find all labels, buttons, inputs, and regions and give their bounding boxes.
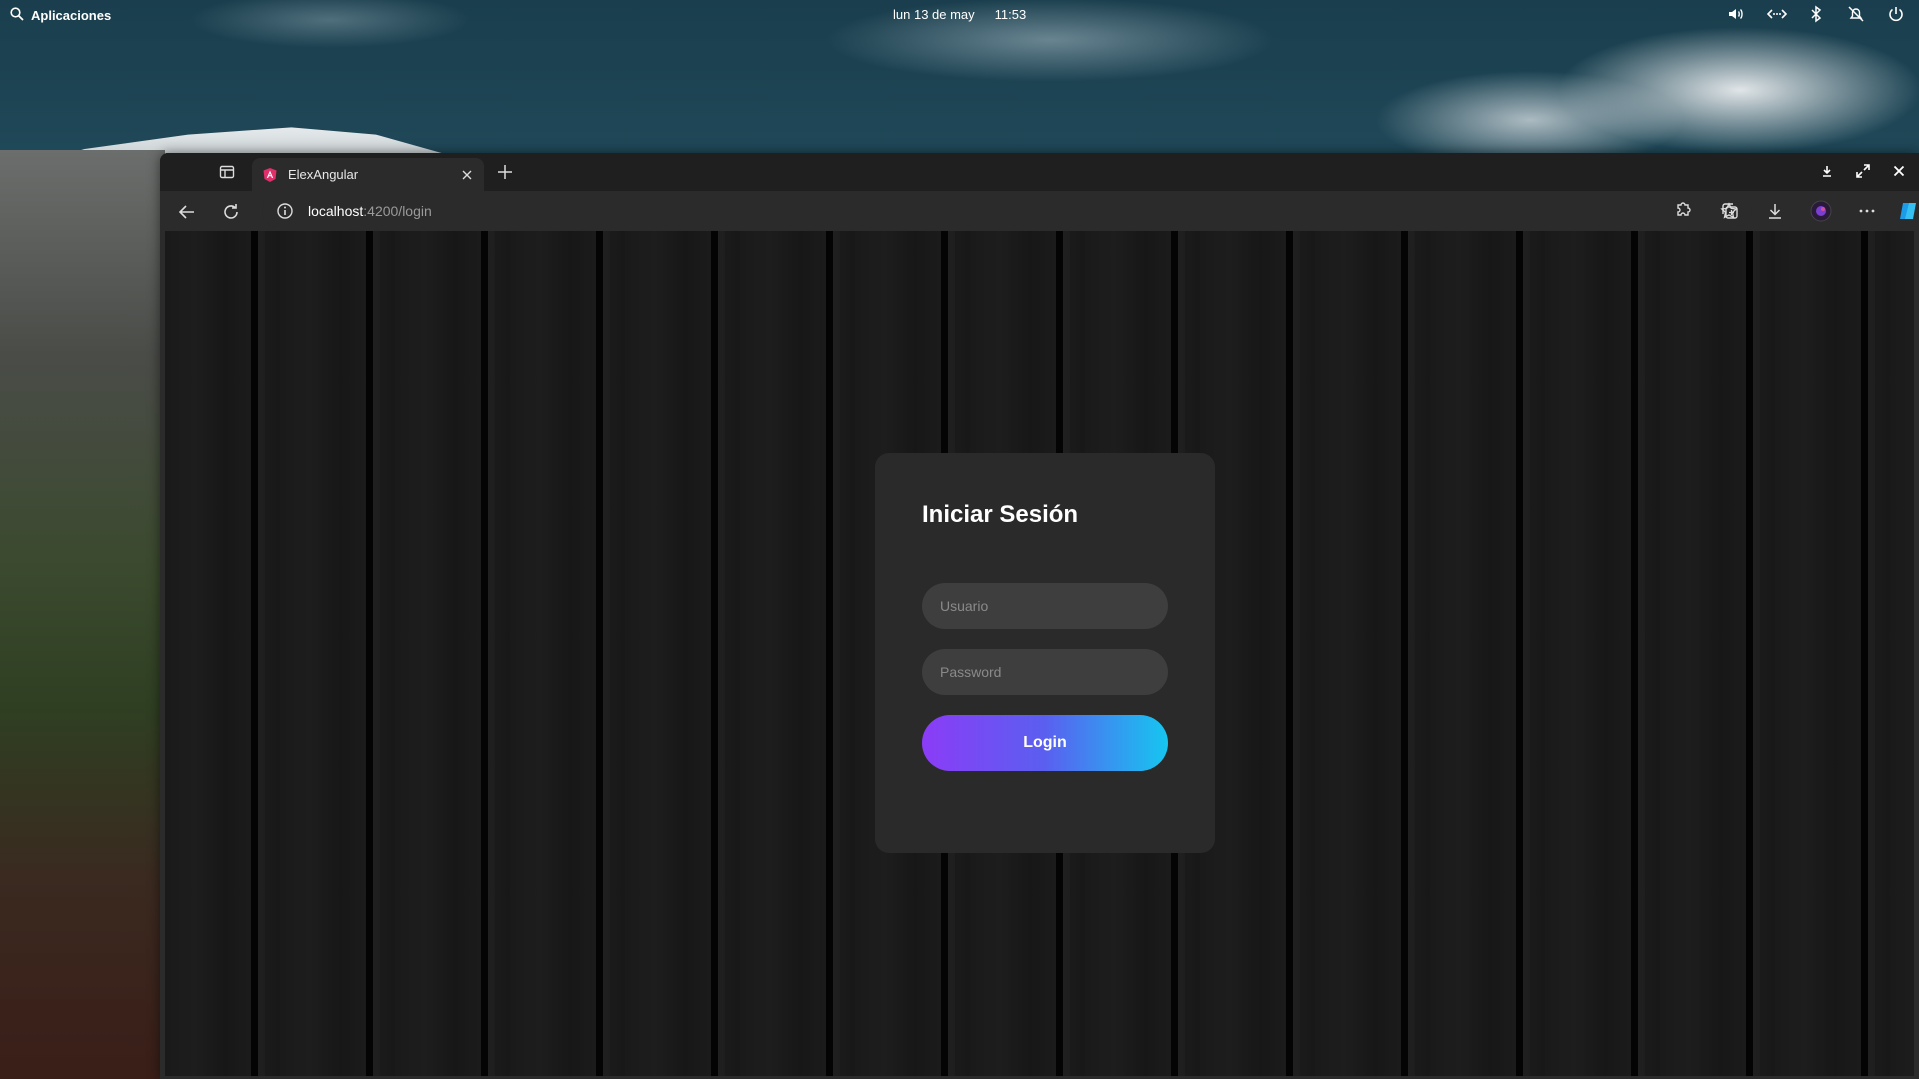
tab-elexangular[interactable]: ElexAngular (252, 158, 484, 191)
page-viewport: Iniciar Sesión Login (165, 231, 1914, 1076)
applications-menu[interactable]: Aplicaciones (10, 7, 111, 24)
copilot-icon[interactable] (1897, 200, 1919, 222)
tab-title: ElexAngular (288, 167, 359, 182)
login-card: Iniciar Sesión Login (875, 453, 1215, 853)
extensions-icon[interactable] (1672, 201, 1692, 221)
power-icon[interactable] (1887, 5, 1905, 23)
notifications-off-icon[interactable] (1847, 5, 1865, 23)
maximize-icon[interactable] (1855, 163, 1871, 179)
url-host: localhost (308, 203, 364, 219)
applications-label: Aplicaciones (31, 8, 112, 23)
login-button[interactable]: Login (922, 715, 1168, 771)
url-path: :4200/login (363, 203, 432, 219)
info-icon[interactable] (276, 202, 294, 220)
tab-strip: ElexAngular (160, 153, 1919, 191)
date-label: lun 13 de may (893, 7, 975, 22)
browser-window: ElexAngular localhost:4200/login Inicia… (160, 153, 1919, 1079)
search-icon (10, 7, 24, 24)
address-bar[interactable]: localhost:4200/login (262, 195, 1752, 227)
password-input[interactable] (922, 649, 1168, 695)
system-tray[interactable] (1727, 5, 1905, 23)
login-title: Iniciar Sesión (922, 501, 1079, 528)
more-icon[interactable] (1857, 201, 1877, 221)
volume-icon[interactable] (1727, 5, 1745, 23)
bluetooth-icon[interactable] (1807, 5, 1825, 23)
system-topbar: Aplicaciones lun 13 de may 11:53 (0, 0, 1919, 28)
downloads-icon[interactable] (1765, 201, 1785, 221)
window-controls (1819, 163, 1907, 179)
minimize-icon[interactable] (1819, 163, 1835, 179)
new-tab-icon[interactable] (496, 163, 514, 181)
network-icon[interactable] (1766, 5, 1788, 23)
profile-avatar[interactable] (1810, 200, 1832, 222)
back-icon[interactable] (177, 202, 197, 222)
collections-icon[interactable] (1720, 201, 1740, 221)
angular-favicon-icon (262, 167, 278, 183)
tab-actions-icon[interactable] (218, 163, 236, 181)
close-window-icon[interactable] (1891, 163, 1907, 179)
browser-toolbar: localhost:4200/login (160, 191, 1919, 231)
close-tab-icon[interactable] (460, 168, 474, 182)
username-input[interactable] (922, 583, 1168, 629)
reload-icon[interactable] (221, 202, 241, 222)
wallpaper-cliff (0, 150, 165, 1079)
clock[interactable]: lun 13 de may 11:53 (893, 7, 1026, 22)
time-label: 11:53 (994, 7, 1027, 22)
